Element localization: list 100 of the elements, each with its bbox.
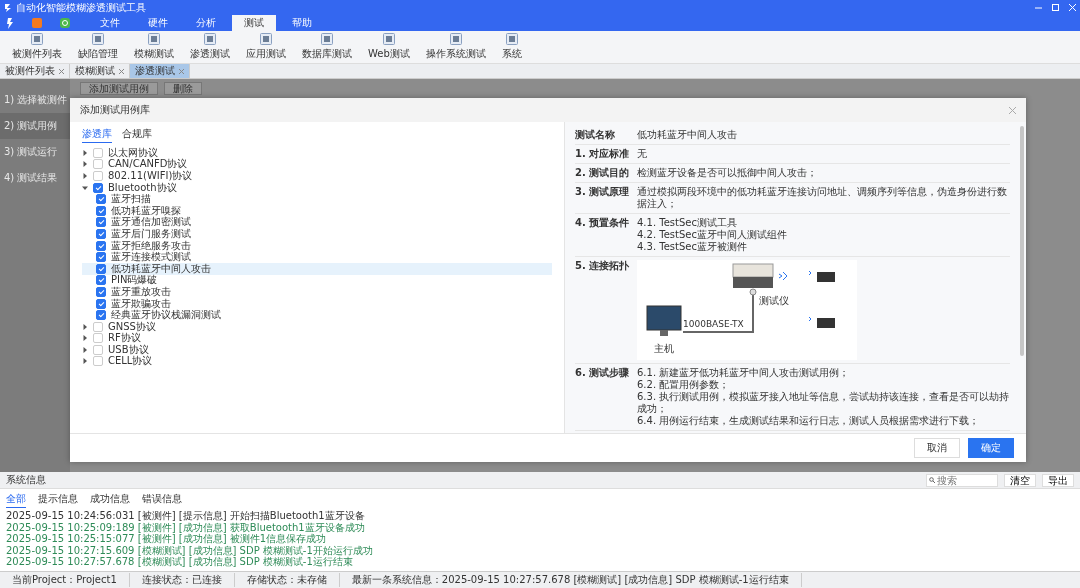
step-item[interactable]: 1) 选择被测件 (0, 87, 70, 113)
toolbar-button[interactable]: Web测试 (362, 31, 416, 63)
tree-item[interactable]: 蓝牙连接模式测试 (82, 251, 552, 263)
checkbox[interactable] (96, 275, 106, 286)
content-button[interactable]: 删除 (164, 82, 202, 95)
checkbox[interactable] (96, 286, 106, 297)
tree-item[interactable]: 蓝牙通信加密测试 (82, 216, 552, 229)
detail-text: 4.1. TestSec测试工具 (637, 217, 738, 229)
detail-text: 4.2. TestSec蓝牙中间人测试组件 (637, 229, 788, 241)
checkbox[interactable] (93, 182, 103, 193)
detail-label: 1. 对应标准 (575, 148, 631, 160)
library-tab[interactable]: 合规库 (122, 126, 152, 143)
log-tab[interactable]: 错误信息 (142, 491, 182, 508)
checkbox[interactable] (96, 310, 106, 321)
close-icon[interactable] (119, 68, 124, 74)
tree-item[interactable]: RF协议 (82, 332, 552, 345)
toolbar-button[interactable]: 缺陷管理 (72, 31, 124, 63)
tree-item[interactable]: 蓝牙拒绝服务攻击 (82, 239, 552, 252)
minimize-icon[interactable] (1035, 4, 1042, 11)
tree-item[interactable]: GNSS协议 (82, 320, 552, 333)
tree-label: 以太网协议 (108, 145, 158, 159)
menu-tab[interactable]: 测试 (232, 15, 276, 31)
checkbox[interactable] (96, 252, 106, 263)
toolbar-button[interactable]: 渗透测试 (184, 31, 236, 63)
tree-item[interactable]: 蓝牙重放攻击 (82, 286, 552, 298)
caret-icon[interactable] (82, 335, 88, 342)
checkbox[interactable] (96, 298, 106, 309)
caret-icon[interactable] (82, 323, 88, 330)
checkbox[interactable] (96, 217, 106, 228)
caret-icon[interactable] (82, 184, 88, 191)
caret-icon[interactable] (82, 358, 88, 365)
close-icon[interactable] (59, 68, 64, 74)
checkbox[interactable] (96, 240, 106, 251)
menu-tab[interactable]: 帮助 (280, 15, 324, 31)
checkbox[interactable] (96, 194, 106, 205)
log-tab[interactable]: 提示信息 (38, 491, 78, 508)
toolbar-button[interactable]: 应用测试 (240, 31, 292, 63)
tree-item[interactable]: 802.11(WIFI)协议 (82, 170, 552, 182)
search-input[interactable]: 搜索 (937, 474, 989, 486)
checkbox[interactable] (93, 159, 103, 170)
toolbar-button[interactable]: 模糊测试 (128, 31, 180, 63)
toolbar-button[interactable]: 被测件列表 (6, 31, 68, 63)
search-field[interactable]: 搜索 (926, 473, 998, 487)
checkbox[interactable] (96, 205, 106, 216)
refresh-icon[interactable] (60, 18, 70, 28)
checkbox[interactable] (93, 356, 103, 367)
toolbar-button[interactable]: 数据库测试 (296, 31, 358, 63)
step-item[interactable]: 3) 测试运行 (0, 139, 70, 165)
checkbox[interactable] (93, 333, 103, 344)
dialog-button[interactable]: 取消 (914, 438, 960, 458)
checkbox[interactable] (93, 344, 103, 355)
checkbox[interactable] (93, 147, 103, 158)
tree-item[interactable]: 蓝牙后门服务测试 (82, 228, 552, 240)
library-tab[interactable]: 渗透库 (82, 126, 112, 143)
log-tab[interactable]: 成功信息 (90, 491, 130, 508)
tree-item[interactable]: CAN/CANFD协议 (82, 158, 552, 171)
detail-text: 6.1. 新建蓝牙低功耗蓝牙中间人攻击测试用例； (637, 367, 851, 379)
toolbar-button[interactable]: 系统 (495, 31, 528, 63)
checkbox[interactable] (96, 228, 106, 239)
tree-item[interactable]: 以太网协议 (82, 147, 552, 159)
tool-icon (505, 33, 518, 45)
document-tab[interactable]: 被测件列表 (0, 64, 70, 78)
checkbox[interactable] (96, 263, 106, 274)
tree-item[interactable]: USB协议 (82, 344, 552, 356)
lightning-icon[interactable] (6, 17, 14, 29)
search-icon (929, 477, 935, 483)
content-button[interactable]: 添加测试用例 (80, 82, 158, 95)
detail-label: 6. 测试步骤 (575, 367, 631, 380)
caret-icon[interactable] (82, 173, 88, 179)
panel-button[interactable]: 清空 (1004, 473, 1036, 487)
tree-item[interactable]: CELL协议 (82, 355, 552, 368)
tree-item[interactable]: 低功耗蓝牙嗅探 (82, 204, 552, 217)
step-item[interactable]: 2) 测试用例 (0, 113, 70, 139)
detail-text: 无 (637, 148, 648, 160)
tree-item[interactable]: Bluetooth协议 (82, 181, 552, 194)
step-item[interactable]: 4) 测试结果 (0, 165, 70, 191)
log-tab[interactable]: 全部 (6, 491, 26, 508)
detail-text: 通过模拟两段环境中的低功耗蓝牙连接访问地址、调频序列等信息，伪造身份进行数据注入； (637, 186, 1008, 210)
detail-text: 检测蓝牙设备是否可以抵御中间人攻击； (637, 167, 818, 179)
menu-tab[interactable]: 分析 (184, 15, 228, 31)
checkbox[interactable] (93, 321, 103, 332)
menu-tab[interactable]: 硬件 (136, 15, 180, 31)
tree-item[interactable]: PIN码爆破 (82, 274, 552, 287)
detail-text: 低功耗蓝牙中间人攻击 (637, 129, 738, 141)
caret-icon[interactable] (82, 346, 88, 353)
tree-item[interactable]: 蓝牙扫描 (82, 193, 552, 205)
tree-item[interactable]: 蓝牙欺骗攻击 (82, 297, 552, 310)
caret-icon[interactable] (82, 161, 88, 168)
menu-tab[interactable]: 文件 (88, 15, 132, 31)
toolbar-button[interactable]: 操作系统测试 (419, 31, 492, 63)
tree-item[interactable]: 经典蓝牙协议栈漏洞测试 (82, 309, 552, 321)
detail-text: 4.3. TestSec蓝牙被测件 (637, 241, 748, 253)
checkbox[interactable] (93, 171, 103, 181)
maximize-icon[interactable] (1052, 4, 1059, 11)
panel-button[interactable]: 导出 (1042, 473, 1074, 487)
scrollbar[interactable] (1020, 126, 1024, 356)
dialog-button[interactable]: 确定 (968, 438, 1014, 458)
document-tab[interactable]: 渗透测试 (130, 64, 190, 78)
tree-item[interactable]: 低功耗蓝牙中间人攻击 (82, 262, 552, 275)
caret-icon[interactable] (82, 149, 88, 156)
